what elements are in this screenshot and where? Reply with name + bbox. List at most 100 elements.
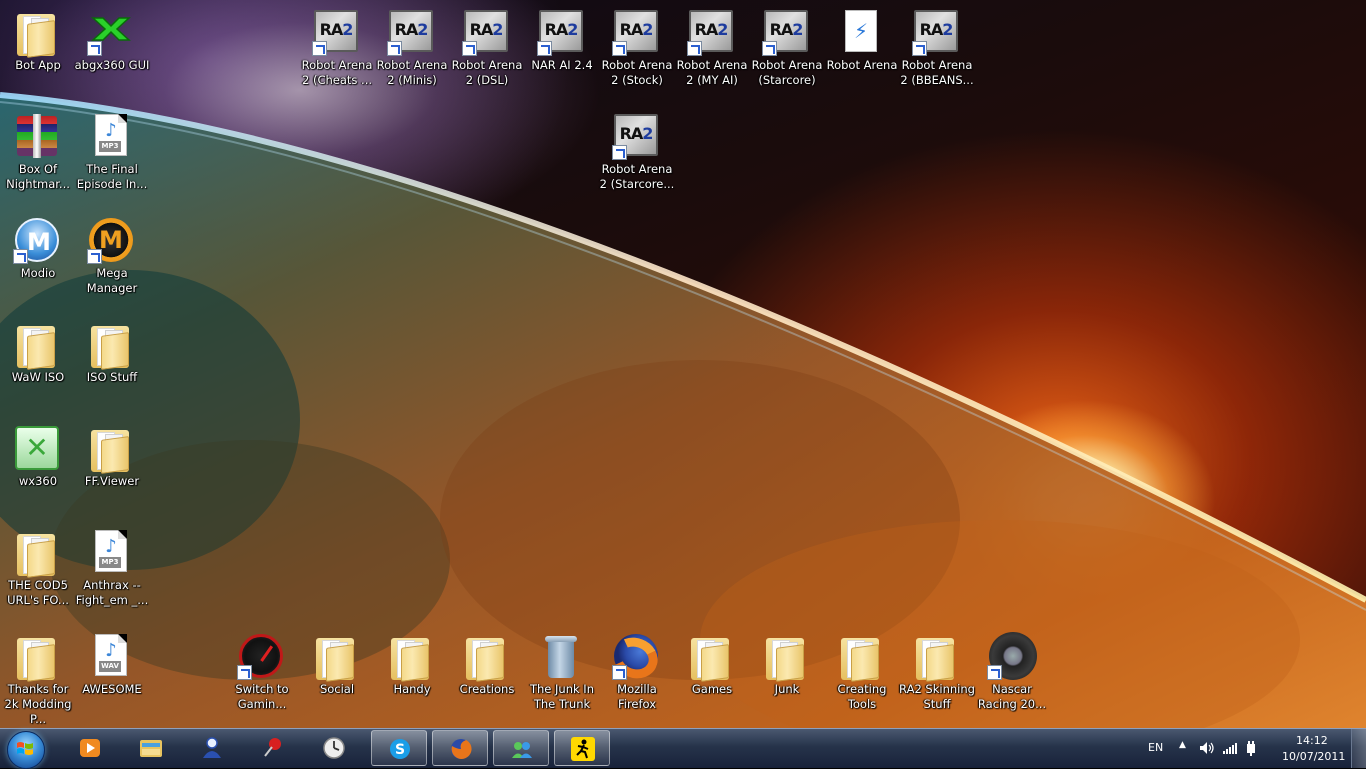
desktop-icon-label: Mega Manager: [86, 266, 138, 295]
desktop-icon-label: Robot Arena 2 (Cheats ...: [301, 58, 373, 87]
desktop-icon-the-cod5-url-s-fo[interactable]: THE COD5 URL's FO...: [0, 524, 76, 624]
desktop-icon-robot-arena-2-bbeans[interactable]: RA2 Robot Arena 2 (BBEANS...: [899, 4, 975, 104]
desktop-icon-creating-tools[interactable]: Creating Tools: [824, 628, 900, 728]
desktop-icon-handy[interactable]: Handy: [374, 628, 450, 728]
desktop-icon-creations[interactable]: Creations: [449, 628, 525, 728]
desktop[interactable]: Bot App abgx360 GUI Box Of Nightmar... ♪ MP3…: [0, 0, 1366, 728]
desktop-icon-nascar-racing-20[interactable]: Nascar Racing 20...: [974, 628, 1050, 728]
desktop-icon-label: Robot Arena (Starcore): [751, 58, 823, 87]
shortcut-arrow-icon: [987, 665, 1002, 680]
mp3-file-icon: ♪ MP3: [95, 530, 127, 572]
desktop-icon-label: Thanks for 2k Modding P...: [4, 682, 72, 726]
desktop-icon-label: Robot Arena 2 (DSL): [451, 58, 523, 87]
taskbar-messenger[interactable]: [184, 730, 240, 766]
icon-image: RA2: [912, 8, 960, 56]
recycle-bin-icon: [545, 634, 577, 678]
desktop-icon-robot-arena[interactable]: ⚡ Robot Arena: [824, 4, 900, 104]
taskbar-live-messenger[interactable]: [493, 730, 549, 766]
icon-image: ♪ MP3: [87, 112, 135, 160]
desktop-icon-label: Creating Tools: [837, 682, 887, 711]
desktop-icon-ff-viewer[interactable]: FF.Viewer: [74, 420, 150, 520]
taskbar-explorer[interactable]: [123, 730, 179, 766]
mp3-file-icon: ♪ MP3: [95, 114, 127, 156]
desktop-icon-label: Switch to Gamin...: [235, 682, 289, 711]
desktop-icon-label: Robot Arena 2 (Stock): [601, 58, 673, 87]
taskbar-media-player[interactable]: [62, 730, 118, 766]
shortcut-arrow-icon: [387, 41, 402, 56]
media-player-icon: [80, 739, 100, 757]
desktop-icon-the-junk-in-the-trunk[interactable]: The Junk In The Trunk: [524, 628, 600, 728]
desktop-icon-label: The Junk In The Trunk: [529, 682, 594, 711]
desktop-icon-nar-ai-2-4[interactable]: RA2 NAR AI 2.4: [524, 4, 600, 104]
desktop-icon-awesome[interactable]: ♪ WAV AWESOME: [74, 628, 150, 728]
desktop-icon-abgx360-gui[interactable]: abgx360 GUI: [74, 4, 150, 104]
desktop-icon-label: FF.Viewer: [84, 474, 140, 488]
desktop-icon-robot-arena-2-stock[interactable]: RA2 Robot Arena 2 (Stock): [599, 4, 675, 104]
desktop-icon-robot-arena-2-starcore[interactable]: RA2 Robot Arena 2 (Starcore...: [599, 108, 675, 208]
desktop-icon-social[interactable]: Social: [299, 628, 375, 728]
icon-image: [312, 632, 360, 682]
icon-image: [837, 632, 885, 682]
desktop-icon-robot-arena-starcore[interactable]: RA2 Robot Arena (Starcore): [749, 4, 825, 104]
desktop-icon-label: wx360: [18, 474, 58, 488]
folder-icon: [17, 534, 55, 578]
icon-image: RA2: [462, 8, 510, 56]
desktop-icon-label: Mozilla Firefox: [617, 682, 657, 711]
desktop-icon-robot-arena-2-cheats[interactable]: RA2 Robot Arena 2 (Cheats ...: [299, 4, 375, 104]
desktop-icon-label: Social: [319, 682, 355, 696]
desktop-icon-robot-arena-2-dsl[interactable]: RA2 Robot Arena 2 (DSL): [449, 4, 525, 104]
desktop-icon-modio[interactable]: M Modio: [0, 212, 76, 312]
clock-date[interactable]: 10/07/2011: [1282, 750, 1345, 763]
desktop-icon-label: Games: [691, 682, 733, 696]
desktop-icon-mozilla-firefox[interactable]: Mozilla Firefox: [599, 628, 675, 728]
desktop-icon-bot-app[interactable]: Bot App: [0, 4, 76, 104]
folder-icon: [466, 638, 504, 682]
shortcut-arrow-icon: [762, 41, 777, 56]
skype-icon: S: [390, 739, 410, 759]
start-button[interactable]: [4, 730, 46, 769]
desktop-icon-waw-iso[interactable]: WaW ISO: [0, 316, 76, 416]
volume-icon[interactable]: [1199, 741, 1215, 755]
desktop-icon-box-of-nightmar[interactable]: Box Of Nightmar...: [0, 108, 76, 208]
firefox-icon: [451, 739, 472, 759]
show-desktop-button[interactable]: [1351, 729, 1366, 768]
shortcut-arrow-icon: [13, 249, 28, 264]
folder-icon: [17, 326, 55, 370]
taskbar: S EN ▲ 14:12 10/07/2011: [0, 728, 1366, 769]
desktop-icon-thanks-for-2k-modding-p[interactable]: Thanks for 2k Modding P...: [0, 628, 76, 728]
taskbar-skype[interactable]: S: [371, 730, 427, 766]
icon-image: [87, 424, 135, 474]
desktop-icon-wx360[interactable]: ✕ wx360: [0, 420, 76, 520]
icon-image: ⚡: [837, 8, 885, 56]
desktop-icon-iso-stuff[interactable]: ISO Stuff: [74, 316, 150, 416]
desktop-icon-robot-arena-2-my-ai[interactable]: RA2 Robot Arena 2 (MY AI): [674, 4, 750, 104]
desktop-icon-mega-manager[interactable]: M Mega Manager: [74, 212, 150, 312]
desktop-icon-ra2-skinning-stuff[interactable]: RA2 Skinning Stuff: [899, 628, 975, 728]
show-hidden-icons-arrow-icon[interactable]: ▲: [1179, 740, 1186, 750]
clock-icon: [323, 737, 345, 759]
language-indicator[interactable]: EN: [1148, 741, 1163, 754]
desktop-icon-the-final-episode-in[interactable]: ♪ MP3 The Final Episode In...: [74, 108, 150, 208]
clock-time[interactable]: 14:12: [1296, 734, 1328, 747]
folder-icon: [17, 14, 55, 58]
messenger-icon: [203, 737, 221, 758]
taskbar-pushpin[interactable]: [245, 730, 301, 766]
desktop-icon-anthrax-fight-em[interactable]: ♪ MP3 Anthrax -- Fight_em _...: [74, 524, 150, 624]
icon-image: RA2: [612, 112, 660, 160]
icon-image: ♪ WAV: [87, 632, 135, 680]
desktop-icon-junk[interactable]: Junk: [749, 628, 825, 728]
folder-icon: [91, 430, 129, 474]
desktop-icon-switch-to-gamin[interactable]: Switch to Gamin...: [224, 628, 300, 728]
desktop-icon-label: Creations: [459, 682, 515, 696]
desktop-icon-games[interactable]: Games: [674, 628, 750, 728]
desktop-icon-robot-arena-2-minis[interactable]: RA2 Robot Arena 2 (Minis): [374, 4, 450, 104]
icon-image: [87, 320, 135, 370]
desktop-icon-label: Robot Arena 2 (BBEANS...: [900, 58, 974, 87]
icon-image: [537, 632, 585, 680]
network-signal-icon[interactable]: [1222, 741, 1238, 755]
taskbar-clock[interactable]: [306, 730, 362, 766]
desktop-icon-label: Modio: [20, 266, 56, 280]
taskbar-firefox[interactable]: [432, 730, 488, 766]
power-plug-icon[interactable]: [1244, 740, 1258, 756]
taskbar-aim[interactable]: [554, 730, 610, 766]
